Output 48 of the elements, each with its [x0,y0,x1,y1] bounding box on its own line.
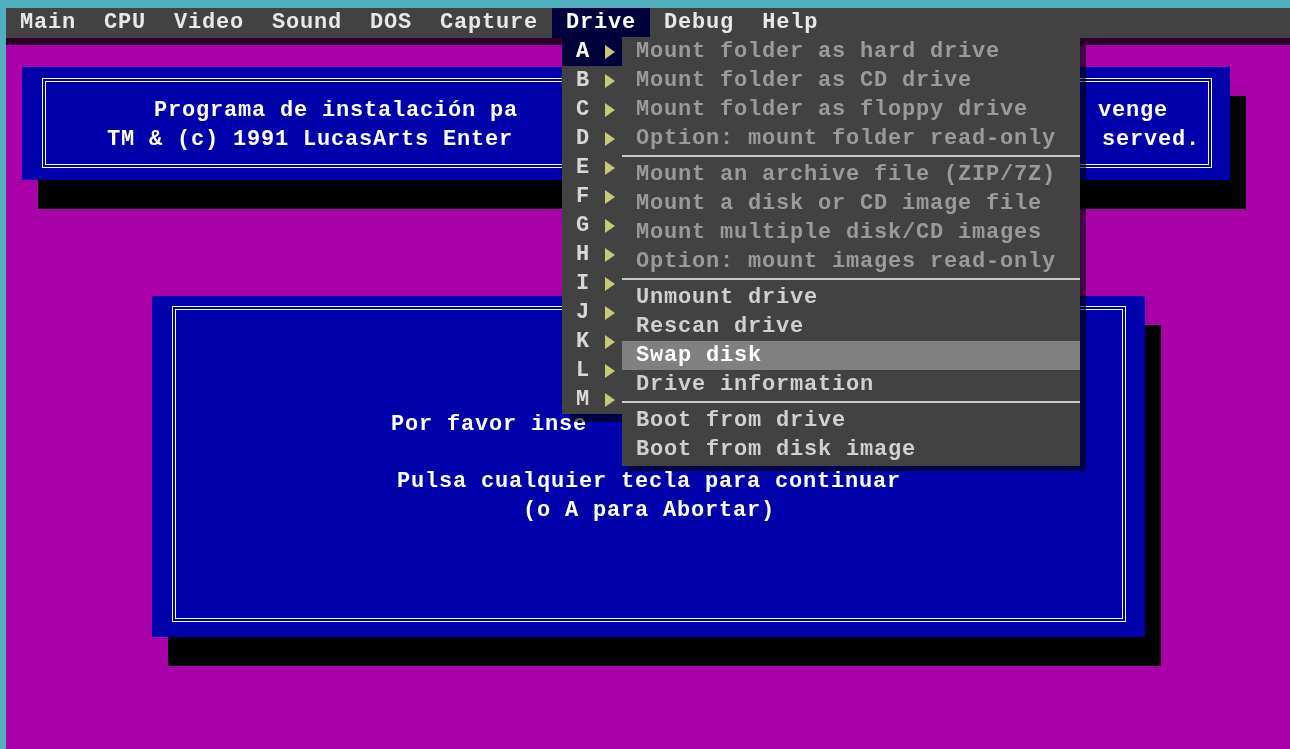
menu-item[interactable]: Main [6,8,90,38]
drive-letter-item[interactable]: F [562,182,622,211]
drive-letter-item[interactable]: C [562,95,622,124]
message-text: (o A para Abortar) [522,498,775,523]
menu-item[interactable]: DOS [356,8,427,38]
title-text: TM & (c) 1991 LucasArts Enter [107,126,514,154]
menu-option[interactable]: Swap disk [622,341,1080,370]
menu-option[interactable]: Boot from disk image [622,435,1080,464]
drive-letter-item[interactable]: G [562,211,622,240]
message-text: Pulsa cualquier tecla para continuar [396,469,902,494]
submenu-arrow-icon [604,304,616,321]
submenu-arrow-icon [604,275,616,292]
menu-item[interactable]: Video [160,8,259,38]
submenu-arrow-icon [604,362,616,379]
submenu-arrow-icon [604,101,616,118]
drive-letter-item[interactable]: M [562,385,622,414]
message-text: Por favor inse [391,412,588,437]
submenu-arrow-icon [604,246,616,263]
menu-item[interactable]: CPU [90,8,161,38]
drive-letter-item[interactable]: L [562,356,622,385]
menu-item[interactable]: Drive [552,8,651,38]
drive-letter-item[interactable]: K [562,327,622,356]
menu-item[interactable]: Capture [426,8,553,38]
drive-letter-item[interactable]: A [562,37,622,66]
drive-letter-item[interactable]: I [562,269,622,298]
drive-letter-item[interactable]: J [562,298,622,327]
submenu-arrow-icon [604,391,616,408]
title-text: venge [1098,97,1168,125]
submenu-arrow-icon [604,130,616,147]
title-text: served. [1102,126,1200,154]
menu-item[interactable]: Sound [258,8,357,38]
menu-option[interactable]: Rescan drive [622,312,1080,341]
drive-letter-item[interactable]: B [562,66,622,95]
submenu-arrow-icon [604,72,616,89]
drive-letter-item[interactable]: D [562,124,622,153]
menu-option[interactable]: Unmount drive [622,283,1080,312]
submenu-arrow-icon [604,188,616,205]
title-text: Programa de instalación pa [154,97,519,125]
drive-letter-item[interactable]: E [562,153,622,182]
submenu-arrow-icon [604,333,616,350]
menu-item[interactable]: Debug [650,8,749,38]
menu-option[interactable]: Boot from drive [622,406,1080,435]
submenu-arrow-icon [604,159,616,176]
submenu-arrow-icon [604,217,616,234]
menu-item[interactable]: Help [748,8,833,38]
menu-option[interactable]: Drive information [622,370,1080,399]
drive-letter-item[interactable]: H [562,240,622,269]
submenu-arrow-icon [604,43,616,60]
